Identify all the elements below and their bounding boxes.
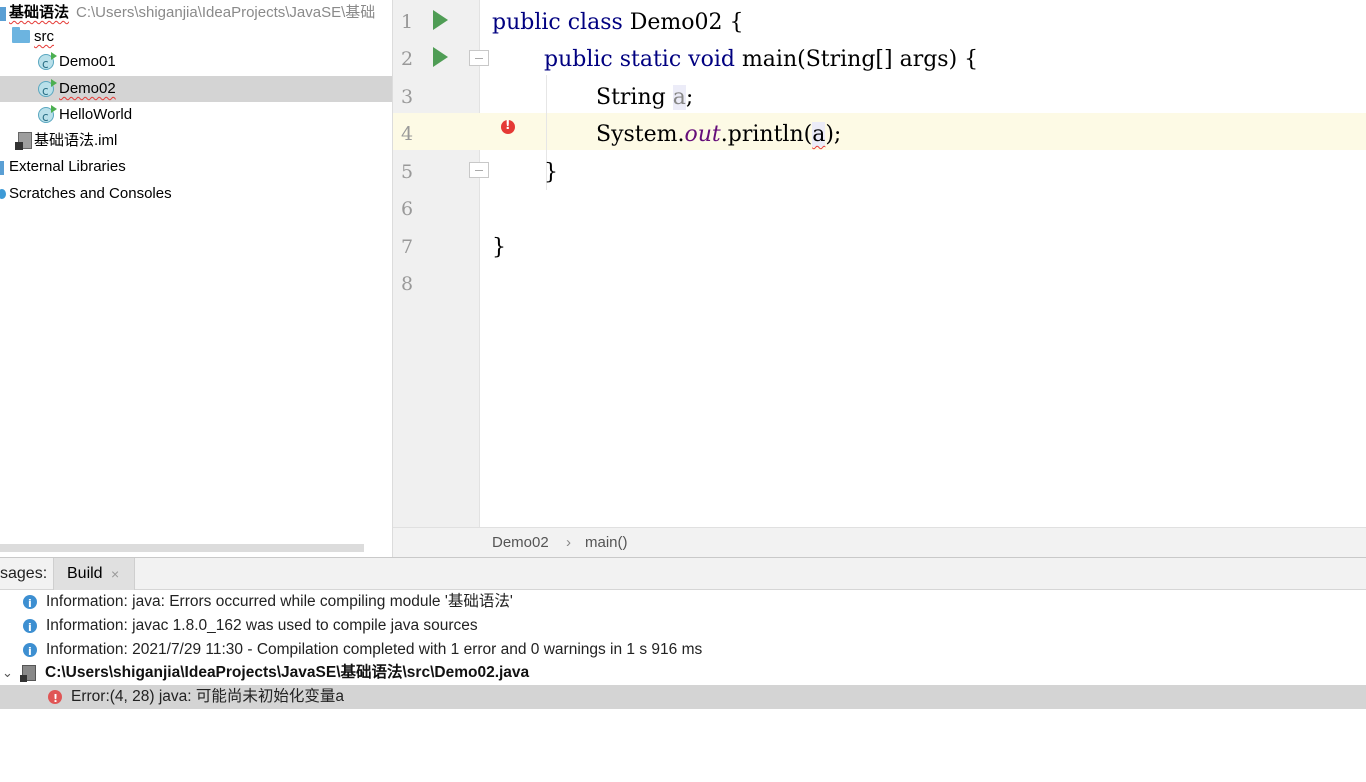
module-name: 基础语法 bbox=[9, 4, 70, 21]
libraries-label: External Libraries bbox=[9, 158, 126, 175]
breadcrumb-separator: › bbox=[566, 534, 571, 551]
breadcrumb: Demo02 › main() bbox=[393, 527, 1366, 557]
run-main-icon[interactable] bbox=[433, 47, 448, 67]
breadcrumb-method[interactable]: main() bbox=[585, 528, 628, 558]
close-icon[interactable]: × bbox=[111, 558, 119, 590]
line-number: 1 bbox=[401, 11, 414, 33]
code-line-5: } bbox=[544, 160, 558, 185]
class-label: Demo01 bbox=[59, 53, 116, 70]
java-class-icon bbox=[38, 51, 57, 77]
chevron-down-icon[interactable]: ⌄ bbox=[2, 661, 13, 685]
line-number: 3 bbox=[401, 86, 414, 108]
messages-panel: sages: Build × Information: java: Errors… bbox=[0, 557, 1366, 782]
message-text: Information: java: Errors occurred while… bbox=[46, 593, 513, 610]
line-number: 6 bbox=[401, 198, 414, 220]
fold-icon[interactable] bbox=[469, 162, 489, 178]
fold-icon[interactable] bbox=[469, 50, 489, 66]
code-line-4: System.out.println(a); bbox=[596, 122, 842, 147]
iml-file-icon bbox=[15, 132, 32, 150]
code-line-1: public class Demo02 { bbox=[492, 10, 744, 35]
message-row-info[interactable]: Information: 2021/7/29 11:30 - Compilati… bbox=[0, 638, 1366, 664]
code-line-7: } bbox=[492, 235, 506, 260]
tab-build-label: Build bbox=[67, 565, 103, 582]
line-number: 5 bbox=[401, 161, 414, 183]
tree-item-external-libraries[interactable]: External Libraries bbox=[0, 154, 392, 180]
code-editor[interactable]: 1 2 3 4 5 6 7 8 public class Demo02 { pu… bbox=[392, 0, 1366, 557]
scratches-icon bbox=[0, 189, 6, 199]
message-text: Information: 2021/7/29 11:30 - Compilati… bbox=[46, 641, 703, 658]
message-row-error[interactable]: Error:(4, 28) java: 可能尚未初始化变量a bbox=[0, 685, 1366, 711]
error-marker-icon[interactable] bbox=[501, 118, 515, 134]
library-icon bbox=[0, 161, 4, 175]
info-icon bbox=[23, 640, 37, 664]
messages-tab-bar: sages: Build × bbox=[0, 558, 1366, 590]
tree-item-src[interactable]: src bbox=[0, 24, 392, 50]
tree-item-module[interactable]: 基础语法 C:\Users\shiganjia\IdeaProjects\Jav… bbox=[0, 0, 392, 26]
current-line-highlight bbox=[393, 113, 1366, 150]
error-icon bbox=[48, 687, 62, 711]
info-icon bbox=[23, 592, 37, 616]
line-number: 8 bbox=[401, 273, 414, 295]
info-icon bbox=[23, 616, 37, 640]
tree-item-scratches[interactable]: Scratches and Consoles bbox=[0, 181, 392, 207]
breadcrumb-class[interactable]: Demo02 bbox=[492, 528, 549, 558]
error-text: Error:(4, 28) java: 可能尚未初始化变量a bbox=[71, 688, 345, 705]
java-class-icon bbox=[38, 104, 57, 130]
class-label: Demo02 bbox=[59, 80, 116, 97]
tab-build[interactable]: Build × bbox=[53, 558, 135, 590]
module-icon bbox=[0, 7, 6, 21]
code-line-2: public static void main(String[] args) { bbox=[544, 47, 979, 72]
horizontal-scrollbar[interactable] bbox=[0, 544, 364, 552]
editor-gutter: 1 2 3 4 5 6 7 8 bbox=[393, 0, 480, 527]
iml-label: 基础语法.iml bbox=[34, 132, 118, 149]
tree-item-helloworld[interactable]: HelloWorld bbox=[0, 102, 392, 130]
line-number: 2 bbox=[401, 48, 414, 70]
java-class-icon bbox=[38, 78, 57, 104]
tree-item-demo01[interactable]: Demo01 bbox=[0, 49, 392, 77]
line-number: 4 bbox=[401, 123, 414, 145]
message-row-file[interactable]: ⌄ C:\Users\shiganjia\IdeaProjects\JavaSE… bbox=[0, 661, 1366, 685]
module-path: C:\Users\shiganjia\IdeaProjects\JavaSE\基… bbox=[76, 4, 376, 21]
folder-icon bbox=[12, 27, 30, 43]
folder-label: src bbox=[34, 28, 54, 45]
message-row-info[interactable]: Information: java: Errors occurred while… bbox=[0, 590, 1366, 616]
messages-title: sages: bbox=[0, 565, 48, 582]
java-file-icon bbox=[20, 665, 36, 682]
class-label: HelloWorld bbox=[59, 106, 133, 123]
tree-item-demo02[interactable]: Demo02 bbox=[0, 76, 392, 104]
message-row-info[interactable]: Information: javac 1.8.0_162 was used to… bbox=[0, 614, 1366, 640]
line-number: 7 bbox=[401, 236, 414, 258]
code-line-3: String a; bbox=[596, 85, 694, 110]
tree-item-iml[interactable]: 基础语法.iml bbox=[0, 128, 392, 154]
file-path: C:\Users\shiganjia\IdeaProjects\JavaSE\基… bbox=[45, 664, 530, 681]
message-text: Information: javac 1.8.0_162 was used to… bbox=[46, 617, 478, 634]
run-class-icon[interactable] bbox=[433, 10, 448, 30]
scratches-label: Scratches and Consoles bbox=[9, 185, 172, 202]
project-tree-panel: 基础语法 C:\Users\shiganjia\IdeaProjects\Jav… bbox=[0, 0, 392, 557]
